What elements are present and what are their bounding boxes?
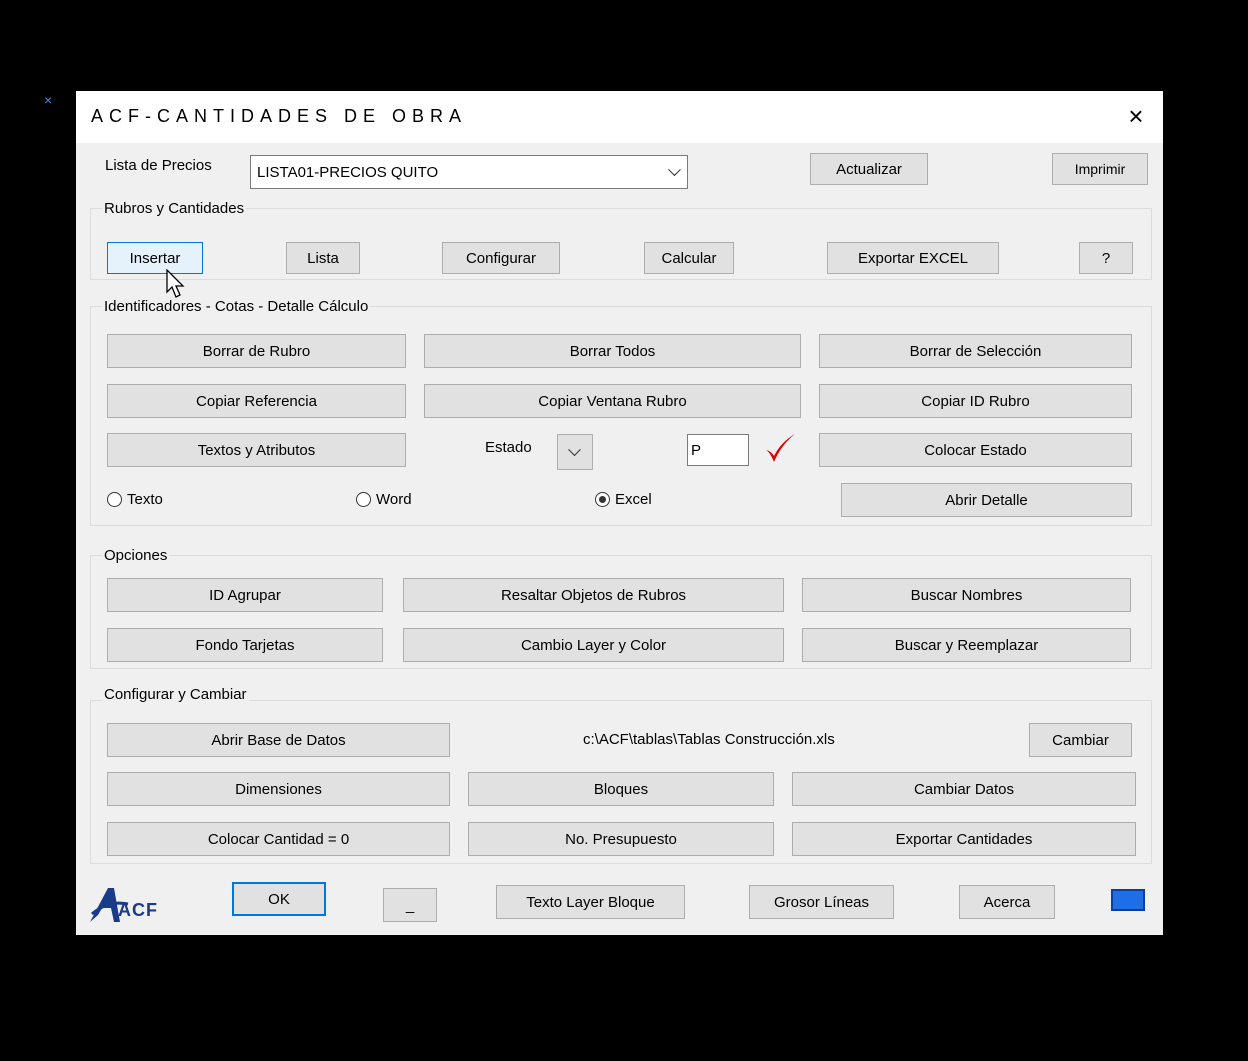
background-close-icon: ×: [44, 92, 53, 108]
borrar-rubro-button[interactable]: Borrar de Rubro: [107, 334, 406, 368]
checkmark-icon: [766, 434, 795, 462]
grosor-lineas-button[interactable]: Grosor Líneas: [749, 885, 894, 919]
copiar-ventana-rubro-button[interactable]: Copiar Ventana Rubro: [424, 384, 801, 418]
exportar-cantidades-button[interactable]: Exportar Cantidades: [792, 822, 1136, 856]
colocar-estado-button[interactable]: Colocar Estado: [819, 433, 1132, 467]
acf-logo: ACF: [88, 884, 180, 926]
radio-dot: [599, 496, 606, 503]
resaltar-objetos-button[interactable]: Resaltar Objetos de Rubros: [403, 578, 784, 612]
estado-input[interactable]: P: [687, 434, 749, 466]
radio-circle: [356, 492, 371, 507]
borrar-todos-button[interactable]: Borrar Todos: [424, 334, 801, 368]
bloques-button[interactable]: Bloques: [468, 772, 774, 806]
color-swatch-button[interactable]: [1111, 889, 1145, 911]
texto-layer-bloque-button[interactable]: Texto Layer Bloque: [496, 885, 685, 919]
radio-word[interactable]: Word: [356, 491, 412, 508]
lista-precios-label: Lista de Precios: [105, 157, 212, 174]
lista-precios-value: LISTA01-PRECIOS QUITO: [257, 163, 439, 181]
radio-texto[interactable]: Texto: [107, 491, 163, 508]
radio-excel[interactable]: Excel: [595, 491, 652, 508]
radio-texto-label: Texto: [127, 491, 163, 508]
configurar-button[interactable]: Configurar: [442, 242, 560, 274]
id-agrupar-button[interactable]: ID Agrupar: [107, 578, 383, 612]
colocar-cantidad-button[interactable]: Colocar Cantidad = 0: [107, 822, 450, 856]
rubros-group-label: Rubros y Cantidades: [102, 200, 247, 217]
buscar-nombres-button[interactable]: Buscar Nombres: [802, 578, 1131, 612]
configurar-group-label: Configurar y Cambiar: [102, 686, 249, 703]
textos-atributos-button[interactable]: Textos y Atributos: [107, 433, 406, 467]
title-bar: ACF-CANTIDADES DE OBRA ×: [76, 91, 1163, 143]
chevron-down-icon: [568, 443, 581, 457]
opciones-group-label: Opciones: [102, 547, 170, 564]
abrir-detalle-button[interactable]: Abrir Detalle: [841, 483, 1132, 517]
buscar-reemplazar-button[interactable]: Buscar y Reemplazar: [802, 628, 1131, 662]
estado-dropdown[interactable]: [557, 434, 593, 470]
abrir-base-datos-button[interactable]: Abrir Base de Datos: [107, 723, 450, 757]
database-path: c:\ACF\tablas\Tablas Construcción.xls: [583, 731, 835, 748]
imprimir-button[interactable]: Imprimir: [1052, 153, 1148, 185]
help-button[interactable]: ?: [1079, 242, 1133, 274]
dimensiones-button[interactable]: Dimensiones: [107, 772, 450, 806]
cambio-layer-button[interactable]: Cambio Layer y Color: [403, 628, 784, 662]
radio-circle: [107, 492, 122, 507]
mouse-cursor-icon: [166, 269, 185, 298]
window-title: ACF-CANTIDADES DE OBRA: [91, 106, 468, 126]
calcular-button[interactable]: Calcular: [644, 242, 734, 274]
acf-logo-text: ACF: [118, 900, 158, 920]
exportar-excel-button[interactable]: Exportar EXCEL: [827, 242, 999, 274]
fondo-tarjetas-button[interactable]: Fondo Tarjetas: [107, 628, 383, 662]
copiar-referencia-button[interactable]: Copiar Referencia: [107, 384, 406, 418]
minimize-button[interactable]: _: [383, 888, 437, 922]
main-dialog: ACF-CANTIDADES DE OBRA × Lista de Precio…: [76, 91, 1163, 935]
radio-circle-selected: [595, 492, 610, 507]
borrar-seleccion-button[interactable]: Borrar de Selección: [819, 334, 1132, 368]
identificadores-group-label: Identificadores - Cotas - Detalle Cálcul…: [102, 298, 371, 315]
ok-button[interactable]: OK: [232, 882, 326, 916]
acerca-button[interactable]: Acerca: [959, 885, 1055, 919]
estado-label: Estado: [485, 439, 532, 456]
lista-precios-select[interactable]: LISTA01-PRECIOS QUITO: [250, 155, 688, 189]
close-icon[interactable]: ×: [1119, 99, 1153, 133]
cambiar-button[interactable]: Cambiar: [1029, 723, 1132, 757]
lista-button[interactable]: Lista: [286, 242, 360, 274]
chevron-down-icon: [668, 163, 681, 177]
radio-word-label: Word: [376, 491, 412, 508]
radio-excel-label: Excel: [615, 491, 652, 508]
actualizar-button[interactable]: Actualizar: [810, 153, 928, 185]
insertar-button[interactable]: Insertar: [107, 242, 203, 274]
no-presupuesto-button[interactable]: No. Presupuesto: [468, 822, 774, 856]
copiar-id-rubro-button[interactable]: Copiar ID Rubro: [819, 384, 1132, 418]
cambiar-datos-button[interactable]: Cambiar Datos: [792, 772, 1136, 806]
